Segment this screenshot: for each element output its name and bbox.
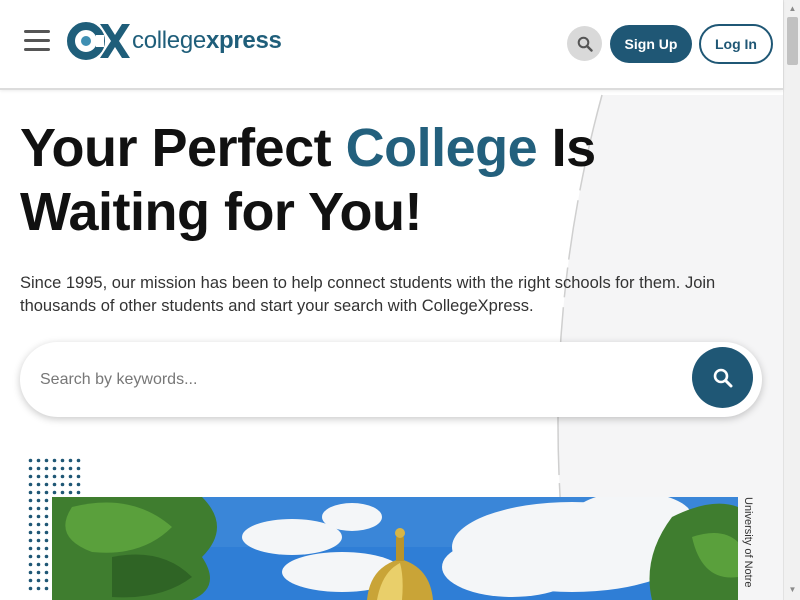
- collegexpress-logo[interactable]: collegexpress: [66, 20, 282, 62]
- cx-logo-mark-icon: [67, 22, 130, 60]
- photo-caption: University of Notre: [742, 497, 754, 588]
- campus-photo: [52, 497, 738, 600]
- site-header: collegexpress Sign Up Log In: [0, 0, 783, 90]
- hero-intro-text: Since 1995, our mission has been to help…: [20, 274, 716, 315]
- scroll-down-arrow-icon[interactable]: ▼: [788, 585, 797, 594]
- search-icon: [713, 368, 732, 387]
- hero-headline: Your Perfect College Is Waiting for You!: [20, 118, 596, 242]
- search-icon: [577, 36, 593, 52]
- keyword-search-input[interactable]: [40, 362, 680, 398]
- logo-wordmark: collegexpress: [132, 27, 282, 54]
- header-search-button[interactable]: [567, 26, 602, 61]
- scroll-up-arrow-icon[interactable]: ▲: [788, 4, 797, 13]
- keyword-search-bar: [20, 342, 762, 417]
- hamburger-menu-icon[interactable]: [24, 30, 50, 52]
- scrollbar-thumb[interactable]: [787, 17, 798, 65]
- search-submit-button[interactable]: [692, 347, 753, 408]
- sign-up-button[interactable]: Sign Up: [610, 25, 692, 63]
- page-scrollbar[interactable]: ▲ ▼: [783, 0, 800, 600]
- headline-accent-word: College: [345, 118, 538, 178]
- log-in-button[interactable]: Log In: [699, 24, 773, 64]
